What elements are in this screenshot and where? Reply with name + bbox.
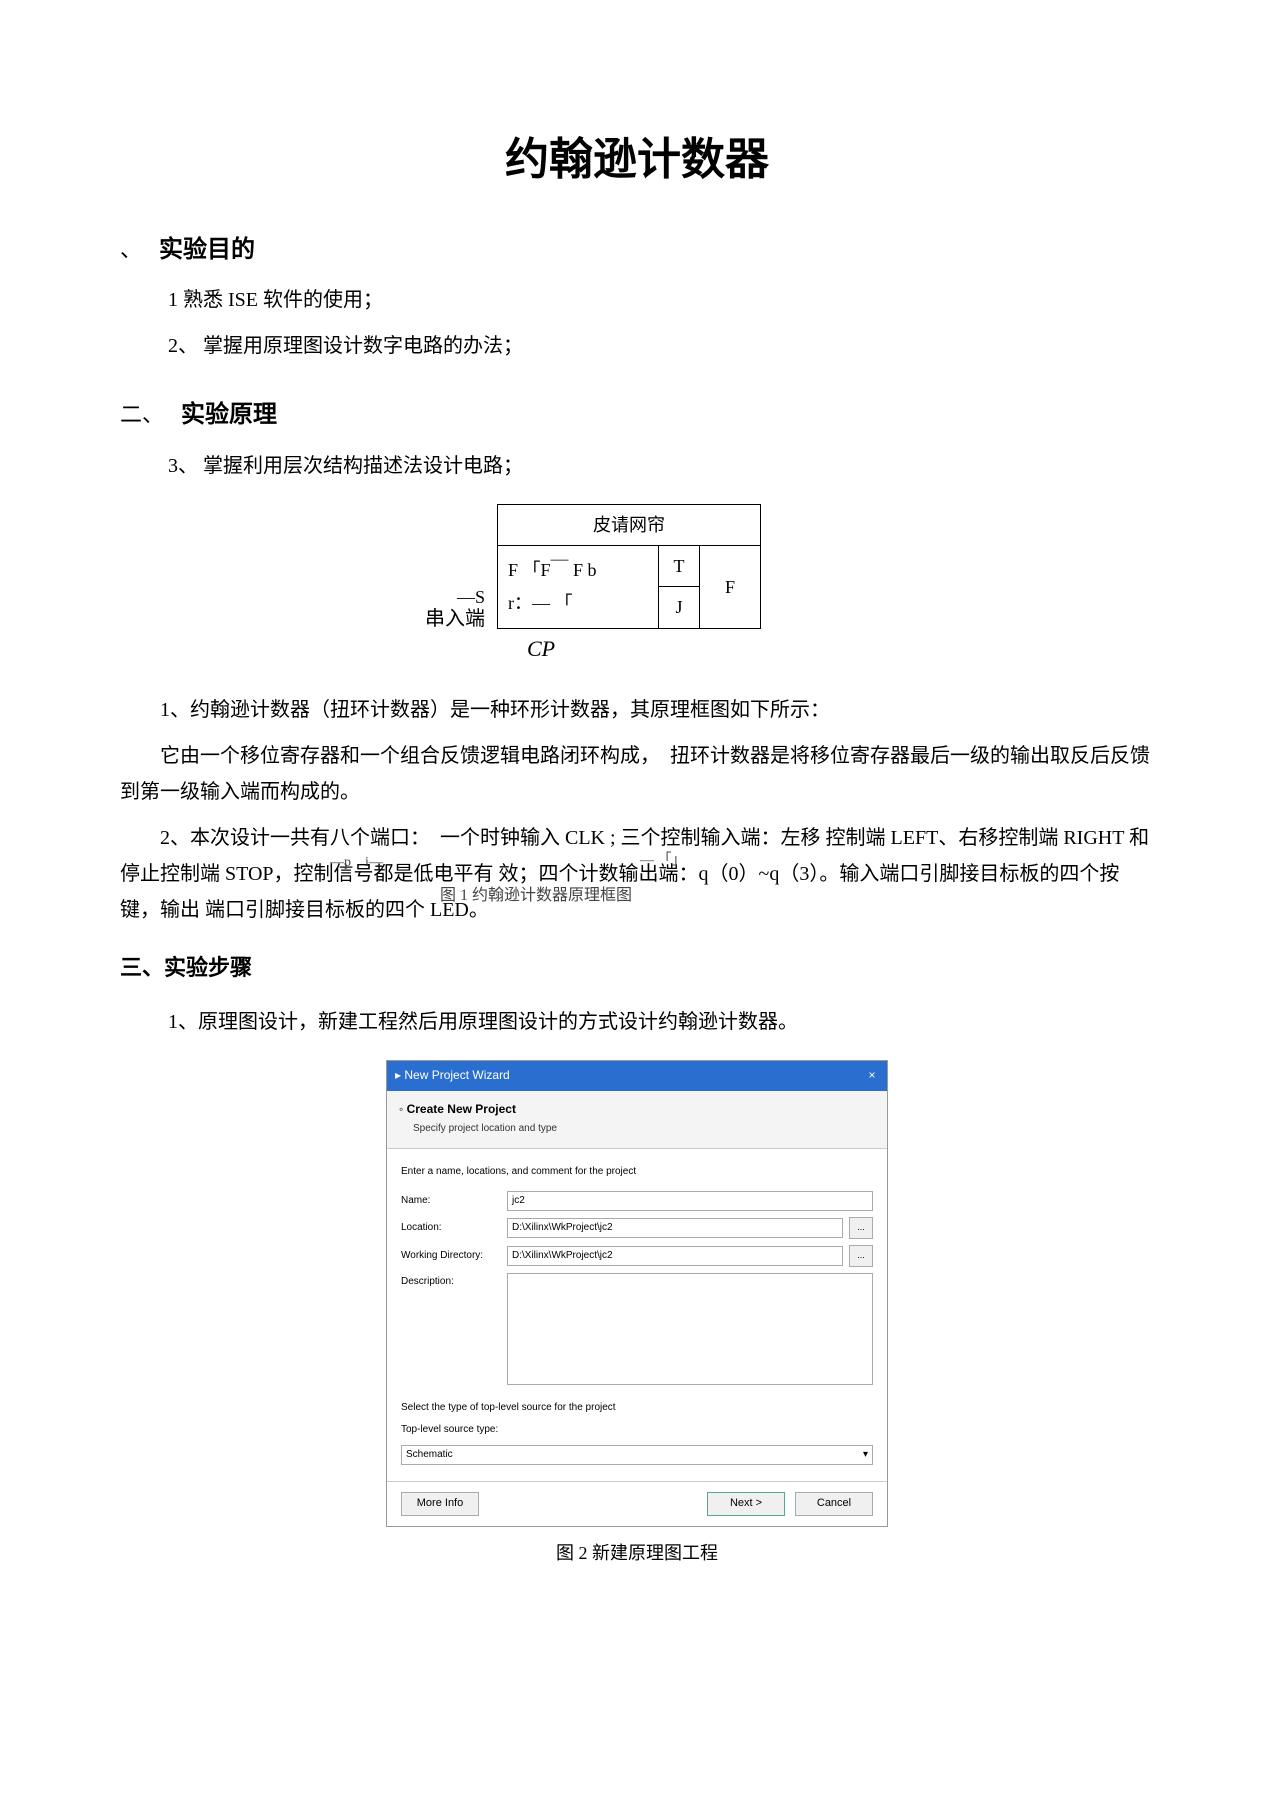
- figure2-caption: 图 2 新建原理图工程: [120, 1537, 1154, 1569]
- browse-location-button[interactable]: ...: [849, 1217, 873, 1239]
- description-field[interactable]: [507, 1273, 873, 1385]
- section2-item3-text: 掌握利用层次结构描述法设计电路；: [203, 455, 523, 477]
- chevron-down-icon: ▾: [863, 1446, 868, 1464]
- wizard-title: New Project Wizard: [404, 1068, 509, 1082]
- label-description: Description:: [401, 1273, 501, 1291]
- name-field[interactable]: jc2: [507, 1191, 873, 1211]
- document-title: 约翰逊计数器: [120, 120, 1154, 199]
- diagram-row2: r：— 「: [508, 587, 648, 619]
- body-p3: 2、本次设计一共有八个端口： 一个时钟输入 CLK ; 三个控制输入端：左移 控…: [120, 820, 1154, 928]
- wizard-instruction: Enter a name, locations, and comment for…: [401, 1163, 873, 1181]
- location-field[interactable]: D:\Xilinx\WkProject\jc2: [507, 1218, 843, 1238]
- label-location: Location:: [401, 1219, 501, 1237]
- diagram-header: 皮请网帘: [498, 504, 761, 545]
- cancel-button[interactable]: Cancel: [795, 1492, 873, 1516]
- ghost-caption-fig1: 图 1 约翰逊计数器原理框图: [440, 882, 632, 911]
- close-icon[interactable]: ×: [865, 1069, 879, 1083]
- new-project-wizard: ▸ New Project Wizard × ◦ Create New Proj…: [386, 1060, 888, 1527]
- ghost-text-1: —p i—: [330, 850, 383, 875]
- toplevel-value: Schematic: [406, 1446, 453, 1464]
- diagram-j: J: [659, 587, 700, 628]
- section3-heading: 三、实验步骤: [120, 948, 252, 988]
- section1-item1: 1 熟悉 ISE 软件的使用；: [168, 282, 1154, 318]
- section2-heading: 实验原理: [181, 394, 277, 437]
- next-button[interactable]: Next >: [707, 1492, 785, 1516]
- ghost-text-2: — 「」: [640, 848, 686, 873]
- diagram-cp-label: CP: [527, 629, 897, 669]
- diagram-t: T: [659, 545, 700, 586]
- body-p1: 1、约翰逊计数器（扭环计数器）是一种环形计数器，其原理框图如下所示：: [120, 692, 1154, 728]
- wizard-icon: ▸: [395, 1068, 401, 1082]
- label-workdir: Working Directory:: [401, 1247, 501, 1265]
- label-toplevel: Top-level source type:: [401, 1421, 521, 1439]
- browse-workdir-button[interactable]: ...: [849, 1245, 873, 1267]
- section1-item2-num: 2、: [168, 335, 198, 357]
- section3-item1: 1、原理图设计，新建工程然后用原理图设计的方式设计约翰逊计数器。: [168, 1004, 1154, 1040]
- diagram-row1: F 「F￣ F b: [508, 554, 648, 586]
- wizard-select-text: Select the type of top-level source for …: [401, 1399, 873, 1417]
- wizard-create-heading: Create New Project: [407, 1102, 516, 1116]
- section1-number: 、: [120, 230, 142, 270]
- section2-item3-num: 3、: [168, 455, 198, 477]
- body-p2: 它由一个移位寄存器和一个组合反馈逻辑电路闭环构成， 扭环计数器是将移位寄存器最后…: [120, 738, 1154, 810]
- more-info-button[interactable]: More Info: [401, 1492, 479, 1516]
- section2-number: 二、: [120, 395, 164, 435]
- wizard-sub: Specify project location and type: [413, 1120, 875, 1138]
- principle-diagram: 皮请网帘 F 「F￣ F b r：— 「 T F J —S 串入端 CP: [377, 504, 897, 669]
- diagram-f: F: [700, 545, 761, 628]
- diagram-label-input: 串入端: [425, 601, 485, 637]
- toplevel-select[interactable]: Schematic ▾: [401, 1445, 873, 1465]
- section1-item2-text: 掌握用原理图设计数字电路的办法；: [203, 335, 523, 357]
- label-name: Name:: [401, 1192, 501, 1210]
- workdir-field[interactable]: D:\Xilinx\WkProject\jc2: [507, 1246, 843, 1266]
- section1-heading: 实验目的: [159, 229, 255, 272]
